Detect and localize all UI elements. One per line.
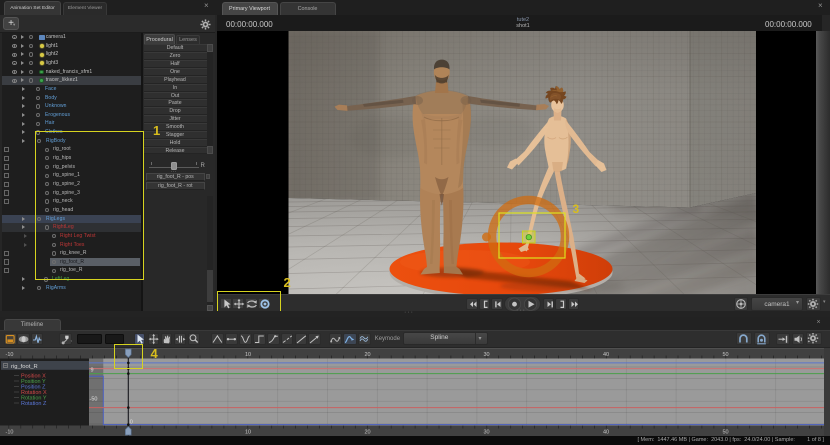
svg-text:-10: -10: [6, 352, 14, 358]
svg-text:10: 10: [245, 352, 251, 358]
svg-text:30: 30: [483, 352, 489, 358]
svg-text:30: 30: [483, 430, 489, 436]
svg-text:40: 40: [603, 430, 609, 436]
svg-text:10: 10: [245, 430, 251, 436]
svg-text:-50: -50: [90, 397, 98, 403]
svg-text:50: 50: [722, 430, 728, 436]
svg-text:50: 50: [722, 352, 728, 358]
svg-text:0: 0: [130, 420, 133, 426]
svg-text:40: 40: [603, 352, 609, 358]
svg-text:20: 20: [364, 352, 370, 358]
svg-text:Rotation Z: Rotation Z: [21, 401, 47, 407]
svg-text:-10: -10: [6, 430, 14, 436]
svg-text:9: 9: [91, 368, 94, 374]
svg-text:20: 20: [364, 430, 370, 436]
svg-text:rig_foot_R: rig_foot_R: [11, 364, 38, 370]
svg-text:3: 3: [573, 202, 580, 216]
